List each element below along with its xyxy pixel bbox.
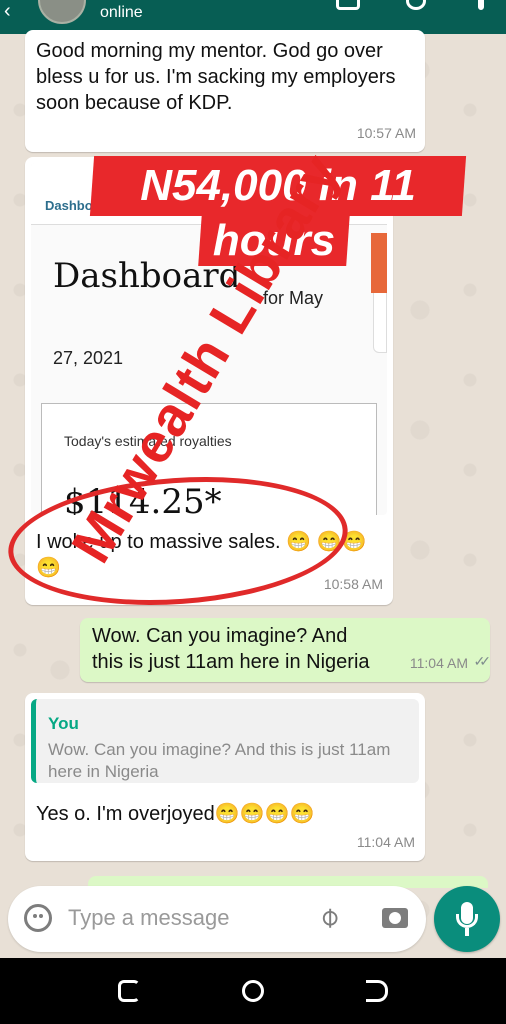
message-text: Good morning my mentor. God go over bles…	[36, 40, 396, 114]
message-time: 10:58 AM	[323, 576, 383, 592]
chat-header: ‹ online	[0, 0, 506, 34]
recent-apps-icon[interactable]	[118, 980, 140, 1002]
screenshot-title: Dashboard	[53, 256, 241, 296]
video-call-icon[interactable]	[336, 0, 360, 10]
emoji-icon[interactable]	[24, 904, 52, 932]
screenshot-orange-tab	[371, 233, 387, 293]
screenshot-date: 27, 2021	[53, 348, 124, 368]
read-receipt-icon: ✓✓	[473, 653, 492, 669]
message-incoming[interactable]: Good morning my mentor. God go over bles…	[25, 30, 425, 152]
message-time: 10:57 AM	[356, 125, 416, 141]
back-icon[interactable]	[366, 980, 388, 1002]
attach-icon[interactable]: ⌀	[311, 899, 346, 934]
royalties-label: Today's estimated royalties	[64, 433, 232, 449]
screenshot-tabbar: Dashbo	[31, 163, 387, 225]
message-time: 11:04 AM	[356, 834, 415, 850]
royalties-card: Today's estimated royalties $114.25*	[41, 403, 377, 515]
message-time: 11:04 AM	[409, 655, 468, 671]
contact-status: online	[100, 4, 143, 21]
message-text: Yes o. I'm overjoyed😁😁😁😁	[36, 803, 315, 825]
message-incoming-image[interactable]: Dashbo Dashboard for May 27, 2021 Today'…	[25, 157, 393, 605]
message-outgoing[interactable]: Wow. Can you imagine? And this is just 1…	[80, 618, 492, 682]
system-nav-bar	[0, 958, 506, 1024]
screenshot-tab: Dashbo	[45, 198, 93, 213]
message-incoming-reply[interactable]: You Wow. Can you imagine? And this is ju…	[25, 693, 425, 861]
quoted-text: Wow. Can you imagine? And this is just 1…	[48, 740, 391, 781]
back-arrow-icon[interactable]: ‹	[4, 0, 11, 23]
menu-icon[interactable]	[478, 0, 484, 10]
royalties-value: $114.25*	[64, 482, 222, 515]
home-icon[interactable]	[242, 980, 264, 1002]
message-input[interactable]: Type a message	[68, 905, 229, 931]
mic-foot-shape	[465, 928, 469, 936]
message-composer: Type a message ⌀	[8, 886, 426, 952]
voice-call-icon[interactable]	[406, 0, 426, 10]
screenshot-subtitle: for May	[263, 288, 324, 308]
message-text: Wow. Can you imagine? And this is just 1…	[92, 625, 370, 673]
camera-icon[interactable]	[382, 908, 408, 928]
quoted-author: You	[48, 714, 79, 733]
shared-image[interactable]: Dashbo Dashboard for May 27, 2021 Today'…	[31, 163, 387, 515]
quoted-message[interactable]: You Wow. Can you imagine? And this is ju…	[31, 699, 419, 783]
avatar[interactable]	[38, 0, 86, 24]
voice-record-button[interactable]	[434, 886, 500, 952]
mic-stand-shape	[456, 914, 478, 928]
